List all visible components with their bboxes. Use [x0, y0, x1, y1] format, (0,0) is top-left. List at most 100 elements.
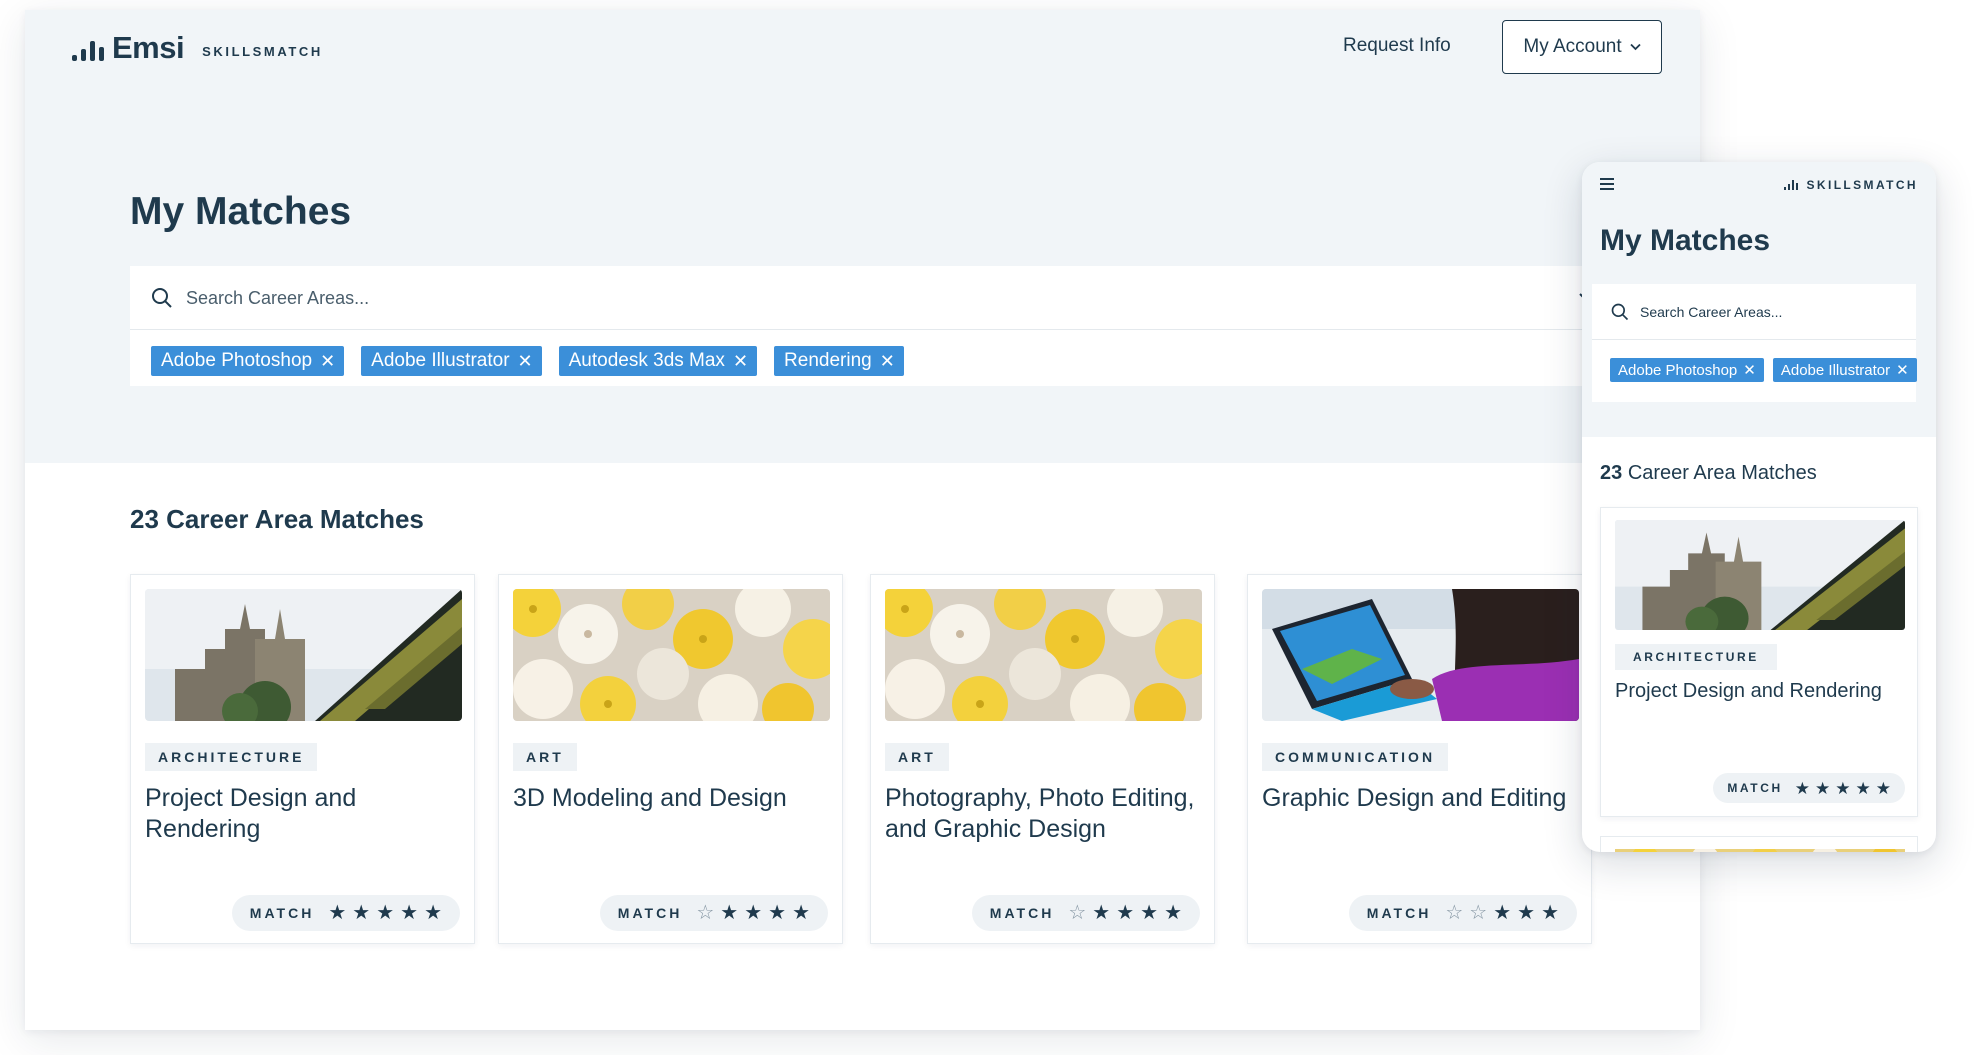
mobile-brand[interactable]: SKILLSMATCH: [1784, 178, 1918, 192]
chevron-down-icon: [1629, 43, 1641, 51]
castle-rooftop-photo: [1615, 520, 1905, 630]
category-badge: ART: [885, 743, 949, 771]
star-icon: ★: [400, 902, 419, 924]
match-rating: MATCH ☆ ☆ ★ ★ ★: [1348, 895, 1577, 931]
castle-rooftop-photo: [145, 589, 462, 721]
paper-fans-photo: [885, 589, 1202, 721]
star-outline-icon: ☆: [1469, 902, 1488, 924]
career-title: Project Design and Rendering: [145, 784, 357, 843]
desktop-view: Emsi SKILLSMATCH Request Info My Account…: [25, 10, 1700, 1030]
skill-tag[interactable]: Adobe Illustrator ✕: [1772, 358, 1917, 382]
match-label: MATCH: [249, 905, 315, 921]
match-rating: MATCH ☆ ★ ★ ★ ★: [599, 895, 828, 931]
search-icon: [152, 288, 172, 308]
star-rating: ☆ ★ ★ ★ ★: [1068, 903, 1182, 923]
star-outline-icon: ☆: [696, 902, 715, 924]
star-icon: ★: [744, 902, 763, 924]
close-icon[interactable]: ✕: [733, 352, 748, 370]
match-label: MATCH: [1366, 905, 1432, 921]
career-card-peek[interactable]: [1600, 836, 1918, 852]
mobile-view: SKILLSMATCH My Matches Adobe Photoshop✕ …: [1582, 162, 1936, 852]
logo-bars-icon: [72, 35, 104, 61]
skill-tag[interactable]: Autodesk 3ds Max ✕: [558, 346, 758, 376]
search-icon: [1611, 303, 1629, 321]
star-icon: ★: [1517, 902, 1536, 924]
star-icon: ★: [792, 902, 810, 924]
my-account-button[interactable]: My Account: [1502, 20, 1662, 74]
results-count: 23: [1600, 462, 1623, 484]
star-icon: ★: [424, 902, 442, 924]
mobile-search-row: [1592, 284, 1916, 340]
star-icon: ★: [1875, 778, 1891, 798]
close-icon[interactable]: ✕: [518, 352, 533, 370]
career-title: 3D Modeling and Design: [513, 784, 787, 812]
match-rating: MATCH ★ ★ ★ ★ ★: [1713, 773, 1905, 803]
paper-fans-photo: [1615, 849, 1905, 852]
mobile-search-panel: Adobe Photoshop✕ Adobe Illustrator✕: [1592, 284, 1917, 402]
mobile-search-input[interactable]: [1640, 298, 1900, 326]
category-badge: COMMUNICATION: [1262, 743, 1449, 771]
star-icon: ★: [328, 902, 347, 924]
star-icon: ★: [1541, 902, 1559, 924]
search-row: [130, 266, 1680, 330]
career-search-panel: Adobe Photoshop✕ Adobe Illustrator✕ Auto…: [130, 266, 1680, 386]
star-outline-icon: ☆: [1445, 902, 1464, 924]
my-account-label: My Account: [1523, 36, 1622, 57]
skill-tag[interactable]: Adobe Photoshop ✕: [1610, 358, 1764, 382]
career-title: Photography, Photo Editing, and Graphic …: [885, 784, 1195, 843]
star-icon: ★: [352, 902, 371, 924]
emsi-logo[interactable]: Emsi SKILLSMATCH: [72, 30, 323, 66]
category-badge: ARCHITECTURE: [145, 743, 318, 771]
laptop-tablet-photo: [1262, 589, 1579, 721]
star-icon: ★: [768, 902, 787, 924]
career-card[interactable]: COMMUNICATION Graphic Design and Editing…: [1247, 574, 1592, 944]
selected-skill-tags: Adobe Photoshop ✕ Adobe Illustrator ✕ Auto…: [151, 346, 904, 376]
match-rating: MATCH ★ ★ ★ ★ ★: [231, 895, 460, 931]
star-icon: ★: [376, 902, 395, 924]
star-icon: ★: [1835, 778, 1851, 798]
career-card[interactable]: ART Photography, Photo Editing, and Grap…: [870, 574, 1215, 944]
request-info-link[interactable]: Request Info: [1343, 35, 1451, 57]
star-outline-icon: ☆: [1068, 902, 1087, 924]
star-icon: ★: [1794, 778, 1810, 798]
results-heading: 23 Career Area Matches: [130, 504, 424, 534]
logo-wordmark: Emsi: [112, 30, 185, 65]
page-title: My Matches: [130, 190, 352, 233]
match-label: MATCH: [989, 905, 1055, 921]
category-badge: ARCHITECTURE: [1615, 644, 1777, 670]
star-icon: ★: [1140, 902, 1159, 924]
star-icon: ★: [1493, 902, 1512, 924]
star-icon: ★: [1855, 778, 1871, 798]
close-icon[interactable]: ✕: [320, 352, 335, 370]
match-rating: MATCH ☆ ★ ★ ★ ★: [971, 895, 1200, 931]
mobile-page-title: My Matches: [1600, 224, 1771, 257]
career-card[interactable]: ARCHITECTURE Project Design and Renderin…: [1600, 507, 1918, 817]
logo-bars-icon: [1784, 180, 1799, 190]
paper-fans-photo: [513, 589, 830, 721]
career-title: Graphic Design and Editing: [1262, 784, 1567, 812]
star-rating: ☆ ★ ★ ★ ★: [696, 903, 810, 923]
close-icon[interactable]: ✕: [880, 352, 895, 370]
match-label: MATCH: [617, 905, 683, 921]
close-icon[interactable]: ✕: [1743, 361, 1756, 379]
category-badge: ART: [513, 743, 577, 771]
star-icon: ★: [1116, 902, 1135, 924]
close-icon[interactable]: ✕: [1896, 361, 1909, 379]
mobile-selected-skill-tags: Adobe Photoshop ✕ Adobe Illustrator ✕: [1610, 358, 1917, 382]
star-icon: ★: [720, 902, 739, 924]
star-rating: ★ ★ ★ ★ ★: [1795, 780, 1891, 797]
mobile-product-name: SKILLSMATCH: [1806, 178, 1918, 192]
skill-tag[interactable]: Adobe Photoshop ✕: [151, 346, 345, 376]
career-title: Project Design and Rendering: [1615, 680, 1882, 702]
career-card[interactable]: ARCHITECTURE Project Design and Renderin…: [130, 574, 475, 944]
skill-tag[interactable]: Rendering ✕: [774, 346, 904, 376]
career-card[interactable]: ART 3D Modeling and Design MATCH ☆ ★ ★ ★ ★: [498, 574, 843, 944]
search-input[interactable]: [186, 280, 1486, 316]
hamburger-menu-icon[interactable]: [1600, 178, 1614, 190]
star-rating: ★ ★ ★ ★ ★: [328, 903, 442, 923]
star-rating: ☆ ☆ ★ ★ ★: [1445, 903, 1559, 923]
skill-tag[interactable]: Adobe Illustrator ✕: [361, 346, 542, 376]
star-icon: ★: [1815, 778, 1831, 798]
product-name: SKILLSMATCH: [202, 43, 323, 59]
star-icon: ★: [1092, 902, 1111, 924]
